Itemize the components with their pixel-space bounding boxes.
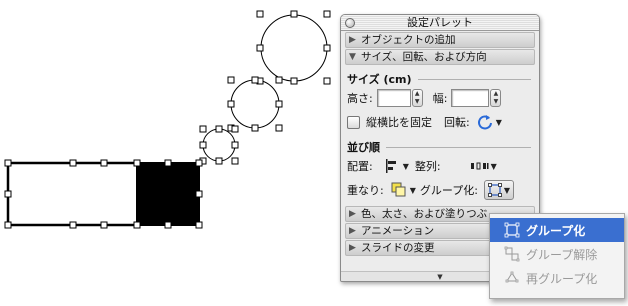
size-group-label: サイズ (cm): [347, 73, 412, 86]
size-row: 高さ: ▲ ▼ 幅: ▲ ▼: [341, 86, 539, 110]
divider: [386, 146, 531, 148]
selected-shapes: [4, 10, 331, 229]
section-label: アニメーション: [361, 225, 435, 237]
menu-item-label: 再グループ化: [526, 271, 598, 286]
layer-order-dropdown-arrow[interactable]: ▼: [410, 186, 416, 195]
section-label: スライドの変更: [361, 242, 435, 254]
size-group-title: サイズ (cm): [341, 66, 539, 86]
divider: [417, 78, 531, 80]
section-label: 色、太さ、および塗りつぶ: [361, 208, 488, 220]
disclosure-right-icon: ▶: [349, 226, 356, 236]
rotate-dropdown-arrow[interactable]: ▼: [496, 118, 502, 127]
palette-titlebar[interactable]: 設定パレット: [341, 15, 539, 31]
width-stepper[interactable]: ▲ ▼: [490, 89, 502, 107]
section-add-object[interactable]: ▶ オブジェクトの追加: [345, 32, 535, 48]
distribute-icon[interactable]: [470, 157, 489, 175]
regroup-icon: [504, 270, 520, 286]
height-label: 高さ:: [347, 92, 373, 105]
group-button[interactable]: ▼: [483, 180, 514, 200]
overlap-group-row: 重なり: ▼ グループ化: ▼: [341, 178, 539, 202]
close-icon[interactable]: [345, 18, 355, 28]
section-size-rotate[interactable]: ▼ サイズ、回転、および方向: [345, 49, 535, 65]
group-label: グループ化:: [419, 184, 478, 197]
menu-item-label: グループ化: [526, 223, 586, 238]
arrange-align-icon[interactable]: [383, 157, 401, 175]
palette-title: 設定パレット: [407, 16, 473, 29]
circle-shape-medium[interactable]: [230, 79, 280, 129]
circle-shape-large[interactable]: [260, 14, 328, 82]
ratio-rotate-row: 縦横比を固定 回転: ▼: [341, 110, 539, 134]
order-group-title: 並び順: [341, 134, 539, 154]
rotate-icon[interactable]: [476, 113, 494, 131]
black-rectangle-shape[interactable]: [136, 162, 200, 226]
ungroup-icon: [504, 246, 520, 262]
circle-shape-small[interactable]: [202, 128, 236, 162]
align-label: 整列:: [414, 160, 441, 173]
disclosure-down-icon: ▼: [349, 52, 356, 62]
arrange-label: 配置:: [347, 160, 373, 173]
width-label: 幅:: [432, 92, 448, 105]
group-icon: [487, 183, 502, 197]
height-field[interactable]: [376, 89, 411, 107]
width-field[interactable]: [451, 89, 490, 107]
menu-item-label: グループ解除: [526, 247, 598, 262]
slide-canvas[interactable]: [0, 0, 340, 306]
order-group-label: 並び順: [347, 141, 380, 154]
rotate-label: 回転:: [444, 116, 470, 129]
disclosure-right-icon: ▶: [349, 209, 356, 219]
layer-order-icon[interactable]: [390, 181, 408, 199]
arrange-row: 配置: ▼ 整列: ▼: [341, 154, 539, 178]
menu-item-ungroup[interactable]: グループ解除: [490, 242, 624, 266]
overlap-label: 重なり:: [347, 184, 384, 197]
disclosure-right-icon: ▶: [349, 243, 356, 253]
arrange-dropdown-arrow[interactable]: ▼: [403, 162, 409, 171]
group-icon: [504, 222, 520, 238]
disclosure-right-icon: ▶: [349, 35, 356, 45]
section-label: オブジェクトの追加: [361, 34, 456, 46]
group-popup-menu[interactable]: グループ化 グループ解除 再グループ化: [489, 213, 625, 299]
distribute-dropdown-arrow[interactable]: ▼: [491, 162, 497, 171]
height-stepper[interactable]: ▲ ▼: [411, 89, 423, 107]
menu-item-regroup[interactable]: 再グループ化: [490, 266, 624, 290]
group-dropdown-arrow: ▼: [503, 185, 510, 195]
white-rectangle-shape[interactable]: [6, 161, 140, 227]
menu-item-group[interactable]: グループ化: [490, 218, 624, 242]
lock-ratio-label: 縦横比を固定: [366, 116, 432, 129]
section-label: サイズ、回転、および方向: [361, 51, 487, 63]
lock-ratio-checkbox[interactable]: [347, 115, 360, 129]
